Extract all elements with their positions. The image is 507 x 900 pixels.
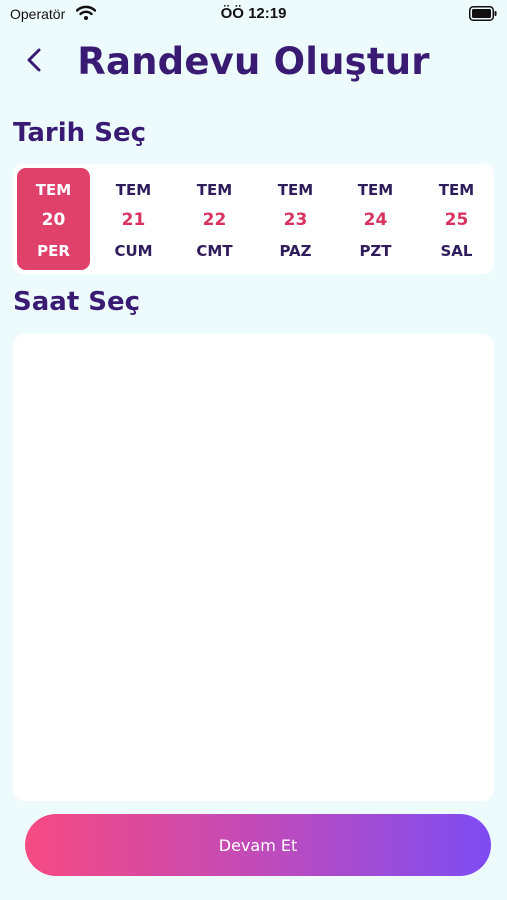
date-item[interactable]: TEM 25 SAL [420,168,493,270]
date-picker-strip: TEM 20 PER TEM 21 CUM TEM 22 CMT TEM 23 … [13,164,494,274]
date-day: 23 [283,210,308,230]
date-month: TEM [35,181,72,199]
date-weekday: CUM [114,242,153,260]
date-month: TEM [277,181,314,199]
date-section-title: Tarih Seç [13,118,146,148]
date-day: 21 [121,210,146,230]
date-weekday: CMT [196,242,233,260]
date-weekday: PER [37,242,70,260]
date-month: TEM [115,181,152,199]
date-month: TEM [438,181,475,199]
date-month: TEM [357,181,394,199]
status-bar: Operatör ÖÖ 12:19 [0,0,507,30]
date-day: 20 [41,210,66,230]
page-title: Randevu Oluştur [77,40,430,83]
date-month: TEM [196,181,233,199]
date-item[interactable]: TEM 20 PER [17,168,90,270]
date-weekday: PAZ [279,242,312,260]
date-day: 22 [202,210,227,230]
date-weekday: PZT [359,242,392,260]
date-day: 25 [444,210,469,230]
date-day: 24 [363,210,388,230]
date-item[interactable]: TEM 22 CMT [178,168,251,270]
continue-button[interactable]: Devam Et [25,814,491,876]
date-item[interactable]: TEM 23 PAZ [259,168,332,270]
date-item[interactable]: TEM 21 CUM [97,168,170,270]
date-weekday: SAL [440,242,473,260]
battery-icon [469,6,497,21]
time-section-title: Saat Seç [13,287,141,317]
header: Randevu Oluştur [0,36,507,86]
status-time: ÖÖ 12:19 [220,5,287,22]
time-slot-panel [13,334,494,801]
date-item[interactable]: TEM 24 PZT [339,168,412,270]
